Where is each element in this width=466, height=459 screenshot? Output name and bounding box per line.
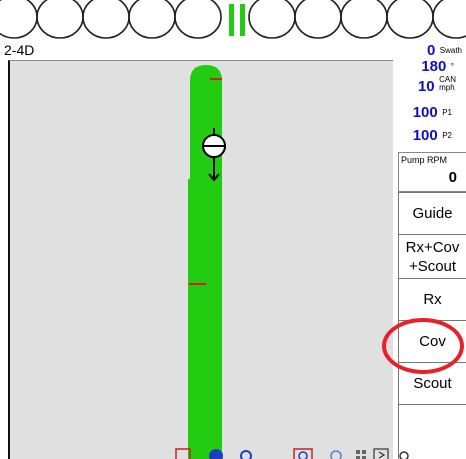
p2-value: 100 xyxy=(412,127,438,144)
speed-unit: CAN mph xyxy=(439,75,456,92)
section-circle-icon xyxy=(386,0,434,39)
gps-icon[interactable] xyxy=(175,448,191,459)
boundary-marker xyxy=(210,78,222,80)
swath-unit: Swath xyxy=(439,46,462,55)
coverage-swath-lower xyxy=(188,179,204,459)
section-circle-icon xyxy=(0,0,38,39)
heading-readout: 180 ° xyxy=(421,58,454,76)
section-circle-icon xyxy=(128,0,176,39)
pump-rpm-readout: Pump RPM 0 xyxy=(398,152,466,192)
active-section-bar xyxy=(240,4,245,36)
next-icon[interactable] xyxy=(373,448,389,459)
section-circle-icon xyxy=(36,0,84,39)
screen: 2-4D 0 Swath 180 ° 10 CAN mph 100 P1 100… xyxy=(0,0,466,459)
section-circle-icon xyxy=(432,0,466,39)
rx-cov-scout-line2: +Scout xyxy=(408,257,457,275)
guide-button[interactable]: Guide xyxy=(398,192,466,234)
coverage-map-canvas xyxy=(188,65,227,459)
zoom-icon[interactable] xyxy=(293,448,313,459)
heading-value: 180 xyxy=(421,58,447,75)
scout-button[interactable]: Scout xyxy=(398,362,466,404)
p2-readout: 100 P2 xyxy=(413,127,452,145)
pump-rpm-label: Pump RPM xyxy=(401,155,448,165)
p1-label: P1 xyxy=(442,108,452,117)
heading-unit: ° xyxy=(450,62,454,71)
speed-value: 10 xyxy=(417,78,435,95)
cov-button[interactable]: Cov xyxy=(398,320,466,362)
pump-rpm-value: 0 xyxy=(448,169,457,186)
section-circle-icon xyxy=(82,0,130,39)
p1-readout: 100 P1 xyxy=(413,104,452,122)
section-circle-icon xyxy=(340,0,388,39)
settings-icon[interactable] xyxy=(240,450,252,459)
section-circle-icon xyxy=(248,0,296,39)
section-circle-icon xyxy=(174,0,222,39)
coverage-map[interactable] xyxy=(8,60,393,459)
section-indicator-bar xyxy=(0,0,466,39)
product-name: 2-4D xyxy=(4,42,35,58)
speed-readout: 10 CAN mph xyxy=(418,76,456,96)
rx-button[interactable]: Rx xyxy=(398,278,466,320)
boundary-marker xyxy=(189,283,206,285)
more-icon[interactable] xyxy=(399,451,409,459)
p1-value: 100 xyxy=(412,104,438,121)
section-circle-icon xyxy=(294,0,342,39)
grid-icon[interactable] xyxy=(356,450,366,459)
search-icon[interactable] xyxy=(330,450,342,459)
active-section-bar xyxy=(229,4,234,36)
bottom-toolbar xyxy=(175,448,409,459)
rx-cov-scout-line1: Rx+Cov xyxy=(405,238,460,256)
swath-value: 0 xyxy=(426,42,436,59)
p2-label: P2 xyxy=(442,131,452,140)
rx-cov-scout-button[interactable]: Rx+Cov +Scout xyxy=(398,234,466,278)
info-icon[interactable] xyxy=(209,449,223,459)
